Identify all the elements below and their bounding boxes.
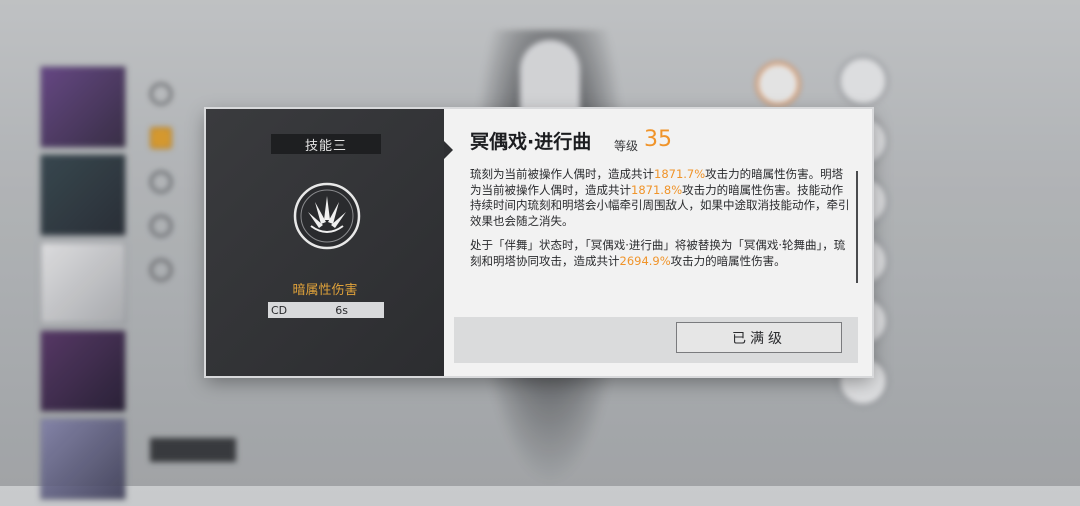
skill-detail-modal: 技能三 暗属性伤害 CD 6s 冥偶戏·进行曲 等级 35 琉刻为当前被操作人偶… bbox=[206, 109, 872, 376]
skill-summary-panel: 技能三 暗属性伤害 CD 6s bbox=[206, 109, 453, 376]
description-paragraph: 处于「伴舞」状态时，「冥偶戏·进行曲」将被替换为「冥偶戏·轮舞曲」，琉刻和明塔协… bbox=[470, 238, 850, 269]
skill-slot-label: 技能三 bbox=[271, 134, 381, 154]
damage-multiplier: 2694.9% bbox=[619, 253, 671, 268]
damage-type-label: 暗属性伤害 bbox=[292, 283, 358, 298]
description-text: 琉刻为当前被操作人偶时，造成共计 bbox=[470, 167, 654, 181]
skill-description[interactable]: 琉刻为当前被操作人偶时，造成共计1871.7%攻击力的暗属性伤害。明塔为当前被操… bbox=[470, 167, 850, 289]
damage-multiplier: 1871.7% bbox=[654, 167, 706, 181]
description-scrollbar[interactable] bbox=[856, 171, 858, 283]
cooldown-label: CD bbox=[271, 303, 288, 317]
cooldown-bar: CD 6s bbox=[268, 302, 384, 318]
skill-title: 冥偶戏·进行曲 bbox=[470, 131, 592, 153]
damage-multiplier: 1871.8% bbox=[631, 182, 683, 197]
skill-emblem-icon bbox=[293, 182, 361, 250]
max-level-button[interactable]: 已满级 bbox=[676, 322, 842, 353]
level-value: 35 bbox=[644, 127, 672, 152]
description-paragraph: 琉刻为当前被操作人偶时，造成共计1871.7%攻击力的暗属性伤害。明塔为当前被操… bbox=[470, 167, 850, 229]
cooldown-value: 6s bbox=[335, 303, 348, 317]
skill-detail-panel: 冥偶戏·进行曲 等级 35 琉刻为当前被操作人偶时，造成共计1871.7%攻击力… bbox=[444, 109, 872, 376]
level-label: 等级 bbox=[614, 139, 639, 153]
description-text: 攻击力的暗属性伤害。 bbox=[670, 253, 786, 268]
